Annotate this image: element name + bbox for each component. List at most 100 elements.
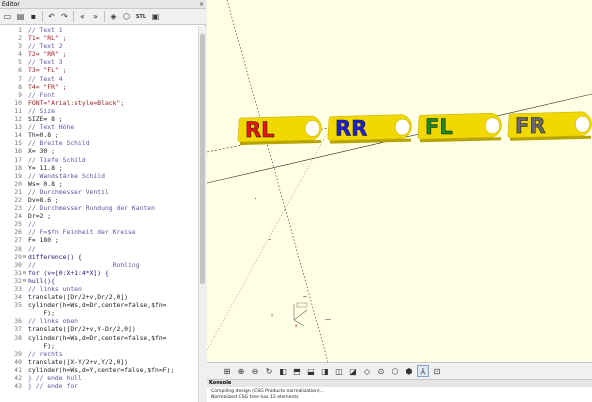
line-number: 35	[14, 301, 22, 310]
code-line[interactable]: 36 // links oben	[0, 317, 198, 325]
code-line[interactable]: 26 // F=$fn Feinheit der Kreise	[0, 228, 198, 236]
code-text: } // ende for	[28, 382, 79, 391]
code-line[interactable]: 43} // ende for	[0, 382, 198, 390]
code-line[interactable]: 2 T1= "RL" ;	[0, 34, 198, 42]
code-editor[interactable]: 1 // Text 1 2 T1= "RL" ; 3 // Text 2 4 T2= "RR"…	[0, 26, 198, 402]
send-to-print-icon[interactable]: ▣	[150, 11, 161, 22]
code-line[interactable]: 21 // Durchmesser Ventil	[0, 188, 198, 196]
close-icon[interactable]: ×	[199, 0, 204, 9]
code-line[interactable]: 15 // Breite Schild	[0, 139, 198, 147]
code-line[interactable]: 7 // Text 4	[0, 75, 198, 83]
view-top-icon[interactable]: ⬒	[291, 365, 303, 377]
show-edges-icon[interactable]: ⊡	[431, 365, 443, 377]
y-axis-line	[226, 0, 329, 362]
code-line[interactable]: 30 // Rohling	[0, 261, 198, 269]
line-number: 16	[14, 147, 22, 156]
code-line[interactable]: 4 T2= "RR" ;	[0, 50, 198, 58]
line-number: 26	[14, 228, 22, 237]
reset-view-icon[interactable]: ↻	[263, 365, 275, 377]
code-text: Dv=8.6 ;	[28, 195, 59, 204]
code-line[interactable]: 38 cylinder(h=Ws,d=Dr,center=false,$fn=	[0, 334, 198, 342]
code-line[interactable]: 19 // Wandstärke Schild	[0, 172, 198, 180]
code-line[interactable]: 33 // links unten	[0, 285, 198, 293]
code-line[interactable]: 6 T3= "FL" ;	[0, 66, 198, 74]
editor-scrollbar[interactable]	[198, 26, 206, 402]
line-number: 11	[14, 106, 22, 115]
view-left-icon[interactable]: ◨	[319, 365, 331, 377]
code-line[interactable]: 18 Y= 11.8 ;	[0, 164, 198, 172]
code-line[interactable]: 14 Th=0.8 ;	[0, 131, 198, 139]
code-line[interactable]: 20 Ws= 0.8 ;	[0, 180, 198, 188]
line-number: 32	[14, 276, 22, 285]
preview-icon[interactable]: ◈	[108, 11, 119, 22]
editor-scrollbar-thumb[interactable]	[200, 34, 205, 284]
code-text: // rechts	[28, 349, 63, 358]
code-line[interactable]: 22 Dv=8.6 ;	[0, 196, 198, 204]
code-line[interactable]: 40 translate([X-Y/2+v,Y/2,0])	[0, 358, 198, 366]
code-line[interactable]: 12 SIZE= 8 ;	[0, 115, 198, 123]
code-line[interactable]: 1 // Text 1	[0, 26, 198, 34]
view-right-icon[interactable]: ◧	[277, 365, 289, 377]
3d-viewport[interactable]: x y RL RR FL FR	[207, 0, 592, 362]
code-line[interactable]: 10 FONT="Arial:style=Black";	[0, 99, 198, 107]
zoom-in-icon[interactable]: ⊕	[235, 365, 247, 377]
view-front-icon[interactable]: ◫	[333, 365, 345, 377]
open-file-icon[interactable]: ▤	[15, 11, 26, 22]
code-line[interactable]: 9 // Font	[0, 91, 198, 99]
code-line[interactable]: 24 Dr=2 ;	[0, 212, 198, 220]
view-all-icon[interactable]: ⊞	[221, 365, 233, 377]
code-line[interactable]: 8 T4= "FR" ;	[0, 83, 198, 91]
code-line[interactable]: 42} // ende hull	[0, 374, 198, 382]
code-line[interactable]: 39 // rechts	[0, 350, 198, 358]
line-number: 4	[18, 50, 22, 59]
code-text: // Rohling	[28, 260, 140, 269]
zoom-out-icon[interactable]: ⊖	[249, 365, 261, 377]
code-text: X= 30 ;	[28, 147, 55, 156]
export-stl-button[interactable]: STL	[134, 11, 148, 22]
code-line[interactable]: 23 // Durchmesser Rundung der Kanten	[0, 204, 198, 212]
code-text: cylinder(h=Ws,d=Dr,center=false,$fn=	[28, 301, 167, 310]
code-line[interactable]: 28 //	[0, 245, 198, 253]
render-canvas[interactable]: x y RL RR FL FR	[207, 0, 592, 362]
unindent-icon[interactable]: «	[77, 11, 88, 22]
code-line[interactable]: 16 X= 30 ;	[0, 147, 198, 155]
code-line[interactable]: 25 //	[0, 220, 198, 228]
code-line[interactable]: 27 F= 180 ;	[0, 236, 198, 244]
code-line[interactable]: 37 translate([Dr/2+v,Y-Dr/2,0])	[0, 325, 198, 333]
fold-toggle-icon[interactable]: ⊟	[22, 269, 27, 277]
code-line[interactable]: 34 translate([Dr/2+v,Dr/2,0])	[0, 293, 198, 301]
code-line[interactable]: F);	[0, 309, 198, 317]
orthogonal-icon[interactable]: ⬢	[403, 365, 415, 377]
code-text: // Wandstärke Schild	[28, 171, 105, 180]
save-icon[interactable]: ▪	[28, 11, 39, 22]
view-bottom-icon[interactable]: ⬓	[305, 365, 317, 377]
view-center-icon[interactable]: ⊙	[375, 365, 387, 377]
code-line[interactable]: 5 // Text 3	[0, 58, 198, 66]
code-line[interactable]: 41 cylinder(h=Ws,d=Y,center=false,$fn=F);	[0, 366, 198, 374]
code-line[interactable]: 32 ⊟ hull(){	[0, 277, 198, 285]
fold-toggle-icon[interactable]: ⊟	[22, 253, 27, 261]
render-icon[interactable]: ⬡	[121, 11, 132, 22]
line-number: 30	[14, 260, 22, 269]
undo-icon[interactable]: ↶	[46, 11, 57, 22]
code-text: //	[28, 220, 36, 229]
code-line[interactable]: 3 // Text 2	[0, 42, 198, 50]
new-file-icon[interactable]: ▭	[2, 11, 13, 22]
perspective-icon[interactable]: ⬡	[389, 365, 401, 377]
code-text: // Tiefe Schild	[28, 155, 86, 164]
code-line[interactable]: 17 // Tiefe Schild	[0, 156, 198, 164]
show-axes-icon[interactable]: ⅄	[417, 365, 429, 377]
code-line[interactable]: 13 // Text Höhe	[0, 123, 198, 131]
code-line[interactable]: 35 cylinder(h=Ws,d=Dr,center=false,$fn=	[0, 301, 198, 309]
indent-icon[interactable]: »	[90, 11, 101, 22]
redo-icon[interactable]: ↷	[59, 11, 70, 22]
code-line[interactable]: 31 ⊟ for (v=[0:X+1:4*X]) {	[0, 269, 198, 277]
code-line[interactable]: 11 // Size	[0, 107, 198, 115]
code-line[interactable]: F);	[0, 342, 198, 350]
view-diagonal-icon[interactable]: ◇	[361, 365, 373, 377]
toolbar-separator	[42, 11, 43, 22]
editor-title: Editor ×	[0, 0, 206, 9]
fold-toggle-icon[interactable]: ⊟	[22, 277, 27, 285]
view-back-icon[interactable]: ◪	[347, 365, 359, 377]
code-line[interactable]: 29 ⊟ difference() {	[0, 253, 198, 261]
